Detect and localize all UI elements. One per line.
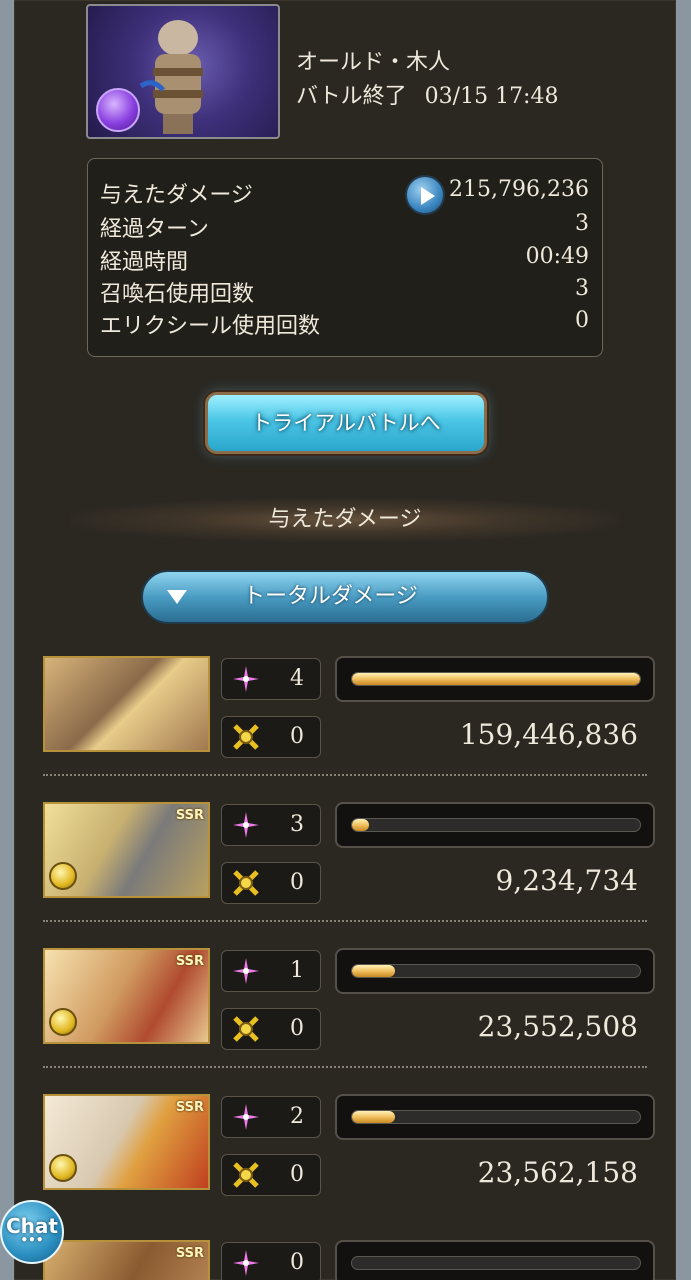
- damage-bar-track: [351, 1110, 641, 1124]
- ca-count-box: 0: [221, 716, 321, 758]
- damage-bar-fill: [352, 673, 640, 685]
- stat-value: 215,796,236: [449, 177, 589, 202]
- rarity-badge: SSR: [175, 1246, 204, 1261]
- damage-bar: [335, 656, 655, 702]
- rarity-badge: SSR: [175, 1100, 204, 1115]
- damage-type-dropdown[interactable]: トータルダメージ: [141, 570, 549, 624]
- dark-element-icon: [96, 88, 140, 132]
- play-icon[interactable]: [405, 175, 445, 215]
- stat-label: エリクシール使用回数: [100, 314, 321, 339]
- charge-attack-icon: [233, 1162, 259, 1188]
- charge-attack-icon: [233, 724, 259, 750]
- damage-value: 23,552,508: [477, 1010, 638, 1043]
- stat-row-turns: 経過ターン 3: [100, 211, 589, 242]
- chat-button[interactable]: Chat •••: [0, 1200, 64, 1264]
- stat-label: 召喚石使用回数: [100, 282, 255, 307]
- damage-bar-track: [351, 818, 641, 832]
- skill-count-box: 4: [221, 658, 321, 700]
- ca-count: 0: [290, 1016, 304, 1041]
- battle-datetime: 03/15 17:48: [424, 84, 559, 109]
- stat-row-elixirs: エリクシール使用回数 0: [100, 308, 589, 339]
- character-row: SSR 3 0 9,234,734: [43, 802, 658, 942]
- damage-value: 23,562,158: [477, 1156, 638, 1189]
- damage-bar-fill: [352, 965, 396, 977]
- row-divider: [43, 774, 647, 776]
- character-row: 4 0 159,446,836: [43, 656, 658, 796]
- dropdown-selected: トータルダメージ: [243, 584, 418, 609]
- sparkle-icon: [233, 666, 259, 692]
- light-element-icon: [49, 1154, 77, 1182]
- ca-count: 0: [290, 1162, 304, 1187]
- boss-thumbnail[interactable]: [86, 4, 280, 139]
- battle-stats-box: 与えたダメージ 215,796,236 経過ターン 3 経過時間 00:49 召…: [87, 158, 603, 357]
- light-element-icon: [49, 862, 77, 890]
- character-portrait[interactable]: SSR: [43, 948, 210, 1044]
- rarity-badge: SSR: [175, 808, 204, 823]
- row-divider: [43, 1066, 647, 1068]
- ca-count-box: 0: [221, 1008, 321, 1050]
- rarity-badge: SSR: [175, 954, 204, 969]
- ca-count: 0: [290, 870, 304, 895]
- row-divider: [43, 920, 647, 922]
- damage-bar-fill: [352, 1111, 396, 1123]
- damage-value: 159,446,836: [459, 718, 638, 751]
- stat-value: 3: [575, 211, 589, 236]
- character-row: SSR 1 0 23,552,508: [43, 948, 658, 1088]
- stat-label: 経過ターン: [100, 217, 209, 242]
- stat-value: 0: [575, 308, 589, 333]
- character-row: SSR 0: [43, 1240, 658, 1280]
- stat-label: 経過時間: [100, 250, 189, 275]
- damage-bar-track: [351, 672, 641, 686]
- chat-dots: •••: [20, 1233, 44, 1247]
- ca-count-box: 0: [221, 862, 321, 904]
- charge-attack-icon: [233, 870, 259, 896]
- stat-row-time: 経過時間 00:49: [100, 244, 589, 275]
- skill-count-box: 1: [221, 950, 321, 992]
- character-portrait[interactable]: SSR: [43, 1240, 210, 1280]
- damage-value: 9,234,734: [495, 864, 638, 897]
- battle-status-text: バトル終了: [296, 84, 407, 109]
- ca-count-box: 0: [221, 1154, 321, 1196]
- skill-count-box: 2: [221, 1096, 321, 1138]
- section-title: 与えたダメージ: [70, 498, 620, 542]
- character-portrait[interactable]: SSR: [43, 1094, 210, 1190]
- skill-count: 0: [290, 1250, 304, 1275]
- sparkle-icon: [233, 812, 259, 838]
- light-element-icon: [49, 1008, 77, 1036]
- damage-bar: [335, 948, 655, 994]
- wooden-dummy-figure: [139, 20, 203, 134]
- skill-count: 3: [290, 812, 304, 837]
- trial-battle-button[interactable]: トライアルバトルへ: [205, 392, 487, 454]
- stat-label: 与えたダメージ: [100, 183, 253, 208]
- ca-count: 0: [290, 724, 304, 749]
- skill-count: 4: [290, 666, 304, 691]
- skill-count: 1: [290, 958, 304, 983]
- damage-bar: [335, 1094, 655, 1140]
- stat-value: 3: [575, 276, 589, 301]
- character-portrait[interactable]: SSR: [43, 802, 210, 898]
- skill-count-box: 3: [221, 804, 321, 846]
- stat-row-damage: 与えたダメージ 215,796,236: [100, 175, 589, 215]
- damage-bar-track: [351, 1256, 641, 1270]
- boss-name: オールド・木人: [296, 50, 451, 75]
- damage-bar-track: [351, 964, 641, 978]
- skill-count: 2: [290, 1104, 304, 1129]
- skill-count-box: 0: [221, 1242, 321, 1280]
- character-row: SSR 2 0 23,562,158: [43, 1094, 658, 1234]
- sparkle-icon: [233, 1250, 259, 1276]
- charge-attack-icon: [233, 1016, 259, 1042]
- stat-row-summons: 召喚石使用回数 3: [100, 276, 589, 307]
- battle-status: バトル終了 03/15 17:48: [296, 78, 558, 110]
- character-portrait[interactable]: [43, 656, 210, 752]
- damage-bar: [335, 1240, 655, 1280]
- sparkle-icon: [233, 1104, 259, 1130]
- damage-bar-fill: [352, 819, 370, 831]
- sparkle-icon: [233, 958, 259, 984]
- damage-bar: [335, 802, 655, 848]
- stat-value: 00:49: [525, 244, 589, 269]
- chevron-down-icon: [167, 590, 187, 604]
